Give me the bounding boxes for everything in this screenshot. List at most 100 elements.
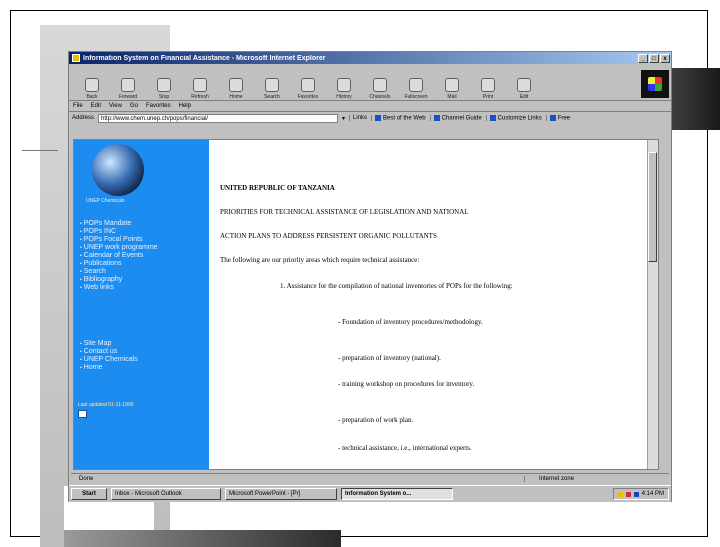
- doc-item: 1. Assistance for the compilation of nat…: [280, 282, 513, 290]
- link-channel-guide[interactable]: Channel Guide: [429, 114, 482, 122]
- doc-subitem: - technical assistance, i.e., internatio…: [338, 444, 472, 452]
- task-outlook[interactable]: Inbox - Microsoft Outlook: [111, 488, 221, 500]
- scrollbar-thumb[interactable]: [648, 152, 657, 262]
- forward-icon: [121, 78, 135, 92]
- doc-subitem: - preparation of inventory (national).: [338, 354, 441, 362]
- page-title: UNITED REPUBLIC OF TANZANIA: [220, 184, 335, 192]
- back-icon: [85, 78, 99, 92]
- nav-link[interactable]: Web links: [80, 284, 158, 292]
- address-bar: Address http://www.chem.unep.ch/pops/fin…: [69, 112, 671, 124]
- channels-icon: [373, 78, 387, 92]
- tray-icon[interactable]: [617, 491, 623, 497]
- nav-link[interactable]: Bibliography: [80, 276, 158, 284]
- task-browser[interactable]: Information System o...: [341, 488, 453, 500]
- print-icon: [481, 78, 495, 92]
- mail-button[interactable]: Mail: [435, 68, 469, 100]
- address-input[interactable]: http://www.chem.unep.ch/pops/financial/: [98, 113, 339, 123]
- globe-image: [92, 144, 144, 196]
- fullscreen-icon: [409, 78, 423, 92]
- link-icon: [433, 114, 440, 121]
- link-free[interactable]: Free: [545, 114, 570, 122]
- doc-subitem: - Foundation of inventory procedures/met…: [338, 318, 483, 326]
- mail-icon: [445, 78, 459, 92]
- status-text: Done: [79, 476, 94, 482]
- decorative-gradient-bar: [64, 530, 341, 547]
- favorites-button[interactable]: Favorites: [291, 68, 325, 100]
- search-icon: [265, 78, 279, 92]
- window-title: Information System on Financial Assistan…: [83, 54, 326, 62]
- links-label: Links: [349, 115, 367, 121]
- maximize-button[interactable]: □: [649, 53, 659, 63]
- channels-button[interactable]: Channels: [363, 68, 397, 100]
- browser-window: Information System on Financial Assistan…: [68, 51, 672, 502]
- address-dropdown-icon[interactable]: ▾: [342, 115, 345, 122]
- nav-link[interactable]: POPs INC: [80, 228, 158, 236]
- back-button[interactable]: Back: [75, 68, 109, 100]
- app-icon: [72, 54, 80, 62]
- nav-link[interactable]: Publications: [80, 260, 158, 268]
- status-bar: Done Internet zone: [71, 473, 669, 484]
- stop-button[interactable]: Stop: [147, 68, 181, 100]
- nav-secondary: Site Map Contact us UNEP Chemicals Home: [80, 340, 138, 372]
- history-icon: [337, 78, 351, 92]
- minimize-button[interactable]: _: [638, 53, 648, 63]
- last-updated: Last updated 01-11-1999: [78, 402, 134, 408]
- home-button[interactable]: Home: [219, 68, 253, 100]
- system-tray: 4:14 PM: [612, 488, 669, 500]
- nav-primary: POPs Mandate POPs INC POPs Focal Points …: [80, 220, 158, 292]
- doc-subitem: - preparation of work plan.: [338, 416, 414, 424]
- search-button[interactable]: Search: [255, 68, 289, 100]
- clock: 4:14 PM: [641, 491, 664, 497]
- title-bar: Information System on Financial Assistan…: [69, 52, 671, 64]
- windows-logo-icon: [641, 70, 669, 98]
- doc-line: PRIORITIES FOR TECHNICAL ASSISTANCE OF L…: [220, 208, 469, 216]
- edit-icon: [517, 78, 531, 92]
- nav-link[interactable]: Search: [80, 268, 158, 276]
- link-icon: [549, 114, 556, 121]
- tray-icon[interactable]: [625, 491, 631, 497]
- favorites-icon: [301, 78, 315, 92]
- decorative-line: [22, 150, 58, 151]
- address-label: Address: [72, 115, 95, 121]
- print-button[interactable]: Print: [471, 68, 505, 100]
- nav-link[interactable]: Calendar of Events: [80, 252, 158, 260]
- link-best-of-web[interactable]: Best of the Web: [371, 114, 426, 122]
- start-button[interactable]: Start: [71, 488, 107, 500]
- menu-favorites[interactable]: Favorites: [146, 103, 171, 109]
- page-content: UNEP Chemicals POPs Mandate POPs INC POP…: [73, 139, 659, 470]
- globe-caption: UNEP Chemicals: [86, 198, 125, 204]
- menu-edit[interactable]: Edit: [91, 103, 101, 109]
- nav-link[interactable]: POPs Mandate: [80, 220, 158, 228]
- stop-icon: [157, 78, 171, 92]
- vertical-scrollbar[interactable]: [647, 140, 658, 469]
- link-icon: [375, 114, 382, 121]
- taskbar: Start Inbox - Microsoft Outlook Microsof…: [69, 485, 671, 502]
- tray-icon[interactable]: [633, 491, 639, 497]
- security-zone: Internet zone: [524, 476, 669, 482]
- doc-intro: The following are our priority areas whi…: [220, 256, 420, 264]
- link-icon: [489, 114, 496, 121]
- menu-file[interactable]: File: [73, 103, 83, 109]
- nav-link[interactable]: POPs Focal Points: [80, 236, 158, 244]
- close-button[interactable]: x: [660, 53, 670, 63]
- sidebar: UNEP Chemicals POPs Mandate POPs INC POP…: [74, 140, 209, 469]
- nav-link[interactable]: Contact us: [80, 348, 138, 356]
- nav-link[interactable]: UNEP work programme: [80, 244, 158, 252]
- history-button[interactable]: History: [327, 68, 361, 100]
- refresh-button[interactable]: Refresh: [183, 68, 217, 100]
- toolbar: Back Forward Stop Refresh Home Search Fa…: [69, 64, 671, 101]
- refresh-icon: [193, 78, 207, 92]
- edit-button[interactable]: Edit: [507, 68, 541, 100]
- forward-button[interactable]: Forward: [111, 68, 145, 100]
- nav-link[interactable]: Home: [80, 364, 138, 372]
- document-icon: [78, 410, 87, 418]
- menu-help[interactable]: Help: [179, 103, 191, 109]
- task-powerpoint[interactable]: Microsoft PowerPoint - [Pr]: [225, 488, 337, 500]
- nav-link[interactable]: Site Map: [80, 340, 138, 348]
- menu-go[interactable]: Go: [130, 103, 138, 109]
- link-customize[interactable]: Customize Links: [485, 114, 542, 122]
- nav-link[interactable]: UNEP Chemicals: [80, 356, 138, 364]
- menu-bar: File Edit View Go Favorites Help: [69, 101, 671, 112]
- fullscreen-button[interactable]: Fullscreen: [399, 68, 433, 100]
- menu-view[interactable]: View: [109, 103, 122, 109]
